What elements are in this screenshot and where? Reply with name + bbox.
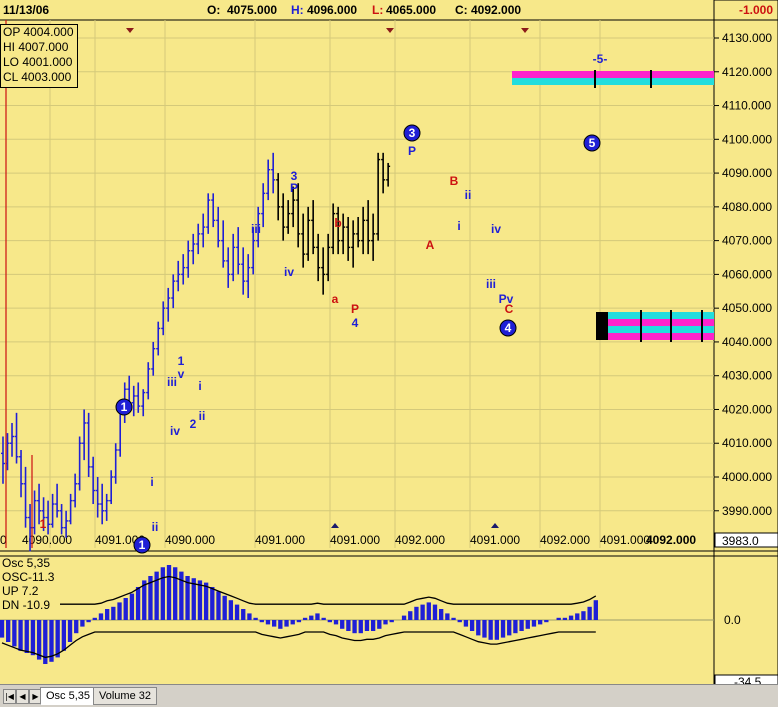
price-tick-label: 4090.000 xyxy=(722,166,772,180)
wave-label: i xyxy=(457,219,460,233)
wave-label: iii xyxy=(251,222,261,236)
price-tick-label: 4030.000 xyxy=(722,369,772,383)
wave-label: iv xyxy=(284,265,294,279)
quote-header: 11/13/06 O: 4075.000 H: 4096.000 L: 4065… xyxy=(0,0,778,20)
target-band xyxy=(596,319,714,326)
target-band xyxy=(512,78,714,85)
price-tick-label: 4060.000 xyxy=(722,267,772,281)
ohlc-close: CL 4003.000 xyxy=(3,70,72,84)
ohlc-high: HI 4007.000 xyxy=(3,40,69,54)
ohlc-open: OP 4004.000 xyxy=(3,25,74,39)
low-value: 4065.000 xyxy=(386,3,437,17)
price-tick-label: 4020.000 xyxy=(722,402,772,416)
chart-window: 4130.000 4120.000 4110.000 4100.000 4090.000… xyxy=(0,0,778,707)
osc-up: UP 7.2 xyxy=(2,584,39,598)
price-tick-label: 4100.000 xyxy=(722,132,772,146)
price-tick-label: 4050.000 xyxy=(722,301,772,315)
wave-label: i xyxy=(150,475,153,489)
tab-osc[interactable]: Osc 5,35 xyxy=(40,687,97,705)
wave-label: B xyxy=(450,174,459,188)
wave-circle-label: 1 xyxy=(121,400,128,414)
wave-label: iv xyxy=(170,424,180,438)
price-tick-label: 4000.000 xyxy=(722,470,772,484)
wave-label: P xyxy=(290,181,298,195)
high-value: 4096.000 xyxy=(307,3,358,17)
wave-label: P xyxy=(351,302,359,316)
time-axis-label: 4092.000 xyxy=(395,533,445,547)
open-label: O: xyxy=(207,3,221,17)
wave-label: Pv xyxy=(499,292,514,306)
open-value: 4075.000 xyxy=(227,3,278,17)
ohlc-low: LO 4001.000 xyxy=(3,55,73,69)
first-tab-button[interactable]: |◀ xyxy=(3,689,16,704)
osc-title: Osc 5,35 xyxy=(2,556,51,570)
time-axis-label: 4092.000 xyxy=(540,533,590,547)
wave-label: -5- xyxy=(593,52,608,66)
price-tick-label: 4070.000 xyxy=(722,234,772,248)
wave-label: P xyxy=(408,144,416,158)
osc-dn: DN -10.9 xyxy=(2,598,51,612)
wave-circle-label: 3 xyxy=(409,126,416,140)
change-value: -1.000 xyxy=(739,3,774,17)
time-axis-label: 4090.000 xyxy=(165,533,215,547)
wave-label: a xyxy=(332,292,339,306)
wave-label: A xyxy=(426,238,435,252)
osc-zero-label: 0.0 xyxy=(724,613,741,627)
target-band xyxy=(512,71,714,78)
wave-label: ii xyxy=(465,188,472,202)
price-tick-label: 4010.000 xyxy=(722,436,772,450)
target-band xyxy=(596,326,714,333)
close-value: 4092.000 xyxy=(471,3,522,17)
wave-label: ii xyxy=(199,409,206,423)
target-band xyxy=(596,312,714,319)
osc-value: OSC-11.3 xyxy=(2,570,55,584)
time-axis-label: 4091.000 xyxy=(600,533,650,547)
high-label: H: xyxy=(291,3,304,17)
time-axis-label: 4091.000 xyxy=(330,533,380,547)
price-tick-label: 4080.000 xyxy=(722,200,772,214)
price-tick-label: 4130.000 xyxy=(722,31,772,45)
wave-circle-label: 5 xyxy=(589,136,596,150)
wave-circle-label: 4 xyxy=(505,321,512,335)
wave-label: 1 xyxy=(178,354,185,368)
ohlc-data-box: OP 4004.000 HI 4007.000 LO 4001.000 CL 4… xyxy=(0,24,78,88)
price-tick-label: 4040.000 xyxy=(722,335,772,349)
low-label: L: xyxy=(372,3,384,17)
indicator-tab-bar: |◀ ◀ ▶ Osc 5,35 Volume 32 xyxy=(0,684,778,707)
wave-label: b xyxy=(334,216,341,230)
wave-circle-label: 1 xyxy=(139,538,146,552)
wave-label: 4 xyxy=(352,316,359,330)
price-tick-label: 4110.000 xyxy=(722,99,771,113)
price-tick-label: 4120.000 xyxy=(722,65,772,79)
oscillator-data-box: Osc 5,35 OSC-11.3 UP 7.2 DN -10.9 xyxy=(0,556,60,618)
close-label: C: xyxy=(455,3,468,17)
time-axis-label: 4091.000 xyxy=(255,533,305,547)
target-band-block xyxy=(596,312,608,340)
wave-label: iv xyxy=(491,222,501,236)
last-value-label: 3983.0 xyxy=(722,534,759,548)
wave-label: 1 xyxy=(40,517,47,531)
price-tick-label: 3990.000 xyxy=(722,504,772,518)
quote-date: 11/13/06 xyxy=(3,3,50,17)
wave-label: v xyxy=(178,367,185,381)
tab-volume[interactable]: Volume 32 xyxy=(93,687,157,705)
time-axis-label: 4091.000 xyxy=(470,533,520,547)
time-axis-last-label: 4092.000 xyxy=(646,533,696,547)
wave-label: i xyxy=(198,379,201,393)
wave-label: iii xyxy=(486,277,496,291)
price-chart[interactable]: 4130.000 4120.000 4110.000 4100.000 4090.000… xyxy=(0,0,778,684)
target-band xyxy=(596,333,714,340)
wave-label: ii xyxy=(152,520,159,534)
wave-label: iii xyxy=(167,375,177,389)
prev-tab-button[interactable]: ◀ xyxy=(16,689,29,704)
osc-min-label: -34.5 xyxy=(734,675,762,684)
wave-label: 2 xyxy=(190,417,197,431)
